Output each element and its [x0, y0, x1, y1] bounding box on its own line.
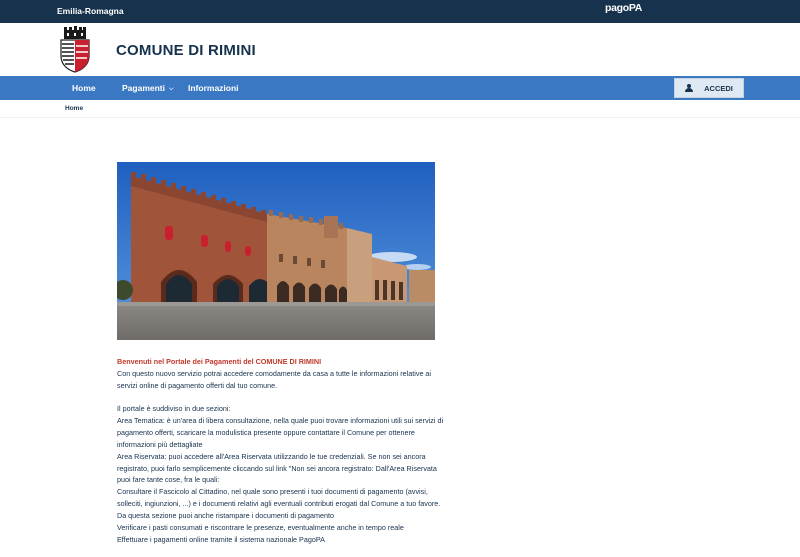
main-nav: Home Pagamenti ⌵ Informazioni ACCEDI [0, 76, 800, 100]
sections-intro: Il portale è suddiviso in due sezioni: [117, 404, 231, 414]
site-header: COMUNE DI RIMINI [0, 23, 800, 76]
list-item: Consultare il Fascicolo al Cittadino, ne… [117, 487, 441, 520]
welcome-content: Benvenuti nel Portale dei Pagamenti del … [117, 356, 447, 546]
nav-item-pagamenti-label: Pagamenti [122, 83, 165, 93]
hero-image [117, 162, 435, 340]
region-label[interactable]: Emilia-Romagna [57, 6, 124, 16]
list-item: Verificare i pasti consumati e riscontra… [117, 522, 404, 532]
nav-item-home[interactable]: Home [72, 83, 96, 93]
pagopa-logo[interactable]: pagoPA [605, 2, 642, 14]
login-button[interactable]: ACCEDI [674, 78, 744, 98]
login-button-label: ACCEDI [704, 83, 733, 93]
area-tematica-text: Area Tematica: è un'area di libera consu… [117, 416, 444, 449]
top-bar: Emilia-Romagna pagoPA [0, 0, 800, 23]
chevron-down-icon: ⌵ [169, 86, 174, 92]
area-riservata-text: Area Riservata: puoi accedere all'Area R… [117, 451, 437, 485]
divider [0, 117, 800, 118]
nav-item-pagamenti[interactable]: Pagamenti ⌵ [122, 83, 174, 94]
nav-item-informazioni[interactable]: Informazioni [188, 83, 239, 93]
page-title[interactable]: COMUNE DI RIMINI [116, 42, 256, 59]
breadcrumb: Home [65, 105, 83, 112]
welcome-title: Benvenuti nel Portale dei Pagamenti del … [117, 357, 322, 366]
coat-of-arms-icon[interactable] [60, 26, 90, 73]
user-icon [685, 83, 694, 93]
list-item: Effettuare i pagamenti online tramite il… [117, 534, 325, 544]
breadcrumb-home[interactable]: Home [65, 105, 83, 112]
welcome-text: Con questo nuovo servizio potrai acceder… [117, 368, 432, 390]
